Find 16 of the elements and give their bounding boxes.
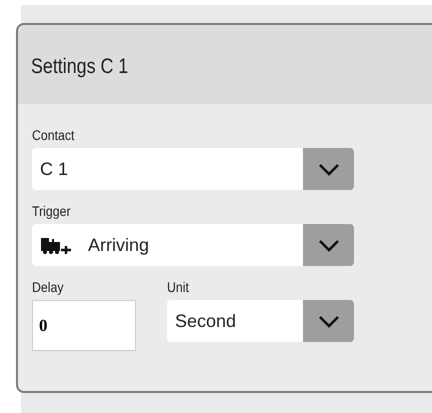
chevron-down-icon [318, 314, 340, 328]
dropdown[interactable]: Second [167, 300, 354, 342]
input-field[interactable]: 0 [32, 300, 136, 351]
locomotive-icon [40, 235, 72, 255]
field-label: Trigger [32, 203, 71, 220]
chevron-down-icon [318, 162, 340, 176]
field-label: Contact [32, 127, 74, 144]
chevron-down-icon [318, 238, 340, 252]
dropdown-toggle[interactable] [303, 300, 354, 342]
dropdown[interactable]: Arriving [32, 224, 354, 266]
dropdown[interactable]: C 1 [32, 148, 354, 190]
panel-title: Settings C 1 [31, 54, 128, 80]
dropdown-toggle[interactable] [303, 224, 354, 266]
field-label: Delay [32, 279, 64, 296]
dropdown-toggle[interactable] [303, 148, 354, 190]
field-label: Unit [167, 279, 189, 296]
